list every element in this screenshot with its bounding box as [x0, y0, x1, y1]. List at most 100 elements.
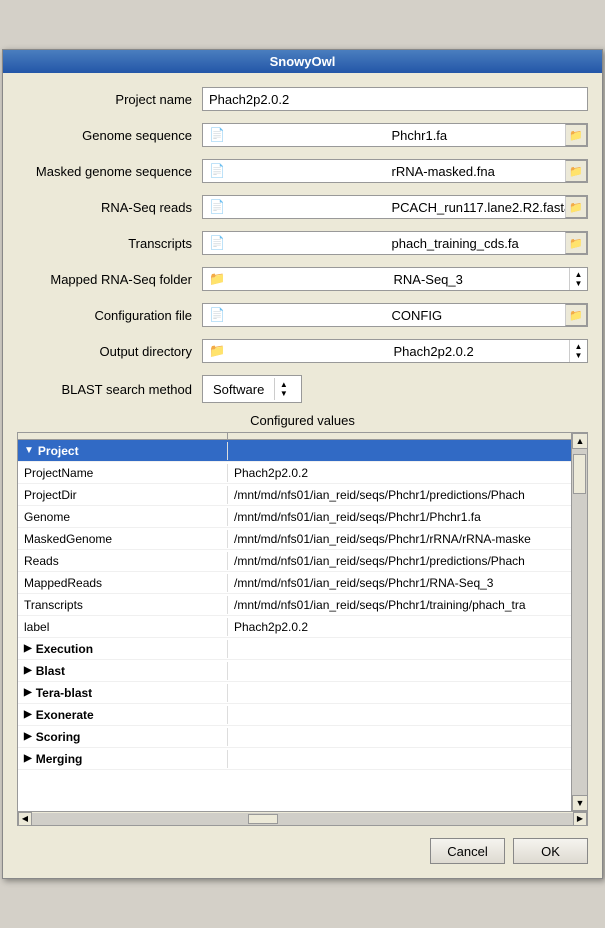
row-reads[interactable]: Reads /mnt/md/nfs01/ian_reid/seqs/Phchr1… [18, 550, 571, 572]
genome-sequence-input-container: 📄 Phchr1.fa 📁 [202, 123, 588, 147]
genome-sequence-browse-btn[interactable]: 📁 [565, 124, 587, 146]
expand-icon-blast[interactable]: ▶ [24, 665, 32, 676]
hscrollbar-right-btn[interactable]: ▶ [573, 812, 587, 826]
row-projectdir[interactable]: ProjectDir /mnt/md/nfs01/ian_reid/seqs/P… [18, 484, 571, 506]
section-project-col2 [228, 449, 571, 453]
row-maskedgenome-value: /mnt/md/nfs01/ian_reid/seqs/Phchr1/rRNA/… [228, 530, 571, 548]
row-projectname[interactable]: ProjectName Phach2p2.0.2 [18, 462, 571, 484]
mapped-folder-dropdown[interactable]: 📁 RNA-Seq_3 [202, 267, 588, 291]
project-name-label: Project name [17, 92, 202, 107]
section-tera-blast-col1: ▶ Tera-blast [18, 684, 228, 702]
blast-method-select[interactable]: Software [202, 375, 302, 403]
row-transcripts-key: Transcripts [18, 596, 228, 614]
collapse-icon[interactable]: ▼ [24, 445, 34, 456]
output-dir-field: 📁 Phach2p2.0.2 [202, 339, 588, 363]
masked-genome-browse-btn[interactable]: 📁 [565, 160, 587, 182]
expand-icon-exonerate[interactable]: ▶ [24, 709, 32, 720]
file-icon4: 📄 [203, 233, 383, 253]
config-file-browse-btn[interactable]: 📁 [565, 304, 587, 326]
vertical-scrollbar[interactable]: ▲ ▼ [571, 433, 587, 811]
row-genome-key: Genome [18, 508, 228, 526]
transcripts-browse-btn[interactable]: 📁 [565, 232, 587, 254]
rnaseq-reads-label: RNA-Seq reads [17, 200, 202, 215]
section-scoring[interactable]: ▶ Scoring [18, 726, 571, 748]
mapped-folder-dropdown-arrow[interactable] [569, 268, 587, 290]
hscrollbar-left-btn[interactable]: ◀ [18, 812, 32, 826]
row-reads-key: Reads [18, 552, 228, 570]
row-mappedreads-value: /mnt/md/nfs01/ian_reid/seqs/Phchr1/RNA-S… [228, 574, 571, 592]
blast-method-value: Software [203, 380, 274, 399]
row-genome[interactable]: Genome /mnt/md/nfs01/ian_reid/seqs/Phchr… [18, 506, 571, 528]
mapped-folder-value: RNA-Seq_3 [388, 270, 570, 289]
row-mappedreads[interactable]: MappedReads /mnt/md/nfs01/ian_reid/seqs/… [18, 572, 571, 594]
tree-col-key [18, 433, 228, 439]
section-exonerate[interactable]: ▶ Exonerate [18, 704, 571, 726]
section-blast-col1: ▶ Blast [18, 662, 228, 680]
expand-icon-merging[interactable]: ▶ [24, 753, 32, 764]
masked-genome-field: 📄 rRNA-masked.fna 📁 [202, 159, 588, 183]
transcripts-label: Transcripts [17, 236, 202, 251]
blast-method-dropdown-arrow[interactable] [274, 378, 292, 400]
ok-button[interactable]: OK [513, 838, 588, 864]
cancel-button[interactable]: Cancel [430, 838, 505, 864]
row-label[interactable]: label Phach2p2.0.2 [18, 616, 571, 638]
transcripts-value: phach_training_cds.fa [386, 234, 566, 253]
section-execution-label: Execution [36, 642, 93, 656]
rnaseq-reads-browse-btn[interactable]: 📁 [565, 196, 587, 218]
scrollbar-up-btn[interactable]: ▲ [572, 433, 588, 449]
main-window: SnowyOwl Project name Phach2p2.0.2 Genom… [2, 49, 603, 879]
section-tera-blast[interactable]: ▶ Tera-blast [18, 682, 571, 704]
rnaseq-reads-field: 📄 PCACH_run117.lane2.R2.fasta 📁 [202, 195, 588, 219]
section-merging-label: Merging [36, 752, 83, 766]
section-execution[interactable]: ▶ Execution [18, 638, 571, 660]
expand-icon-execution[interactable]: ▶ [24, 643, 32, 654]
section-execution-col1: ▶ Execution [18, 640, 228, 658]
section-scoring-col1: ▶ Scoring [18, 728, 228, 746]
tree-col-value [228, 433, 571, 439]
output-dir-dropdown-arrow[interactable] [569, 340, 587, 362]
hscrollbar-thumb[interactable] [248, 814, 278, 824]
project-name-field: Phach2p2.0.2 [202, 87, 588, 111]
section-blast[interactable]: ▶ Blast [18, 660, 571, 682]
row-projectname-value: Phach2p2.0.2 [228, 464, 571, 482]
row-reads-value: /mnt/md/nfs01/ian_reid/seqs/Phchr1/predi… [228, 552, 571, 570]
main-content: Project name Phach2p2.0.2 Genome sequenc… [3, 73, 602, 878]
output-dir-dropdown[interactable]: 📁 Phach2p2.0.2 [202, 339, 588, 363]
rnaseq-reads-row: RNA-Seq reads 📄 PCACH_run117.lane2.R2.fa… [17, 193, 588, 221]
window-title: SnowyOwl [270, 54, 336, 69]
project-name-row: Project name Phach2p2.0.2 [17, 85, 588, 113]
hscrollbar-track [32, 813, 573, 825]
row-transcripts-value: /mnt/md/nfs01/ian_reid/seqs/Phchr1/train… [228, 596, 571, 614]
output-dir-label: Output directory [17, 344, 202, 359]
button-row: Cancel OK [17, 834, 588, 870]
output-dir-value: Phach2p2.0.2 [388, 342, 570, 361]
row-transcripts[interactable]: Transcripts /mnt/md/nfs01/ian_reid/seqs/… [18, 594, 571, 616]
transcripts-input-container: 📄 phach_training_cds.fa 📁 [202, 231, 588, 255]
output-dir-row: Output directory 📁 Phach2p2.0.2 [17, 337, 588, 365]
horizontal-scrollbar[interactable]: ◀ ▶ [17, 812, 588, 826]
expand-icon-tera-blast[interactable]: ▶ [24, 687, 32, 698]
section-project[interactable]: ▼ Project [18, 440, 571, 462]
config-file-label: Configuration file [17, 308, 202, 323]
folder-icon2: 📁 [203, 341, 385, 361]
row-maskedgenome[interactable]: MaskedGenome /mnt/md/nfs01/ian_reid/seqs… [18, 528, 571, 550]
project-name-value: Phach2p2.0.2 [203, 90, 587, 109]
section-project-label: Project [38, 444, 79, 458]
rnaseq-reads-input-container: 📄 PCACH_run117.lane2.R2.fasta 📁 [202, 195, 588, 219]
section-blast-label: Blast [36, 664, 65, 678]
section-scoring-col2 [228, 735, 571, 739]
expand-icon-scoring[interactable]: ▶ [24, 731, 32, 742]
scrollbar-track [572, 449, 587, 795]
mapped-folder-field: 📁 RNA-Seq_3 [202, 267, 588, 291]
section-execution-col2 [228, 647, 571, 651]
rnaseq-reads-value: PCACH_run117.lane2.R2.fasta [386, 198, 566, 217]
row-mappedreads-key: MappedReads [18, 574, 228, 592]
file-icon2: 📄 [203, 161, 383, 181]
file-icon3: 📄 [203, 197, 383, 217]
genome-sequence-label: Genome sequence [17, 128, 202, 143]
scrollbar-down-btn[interactable]: ▼ [572, 795, 588, 811]
scrollbar-thumb[interactable] [573, 454, 586, 494]
tree-container: ▼ Project ProjectName Phach2p2.0.2 Proje… [17, 432, 588, 812]
section-merging[interactable]: ▶ Merging [18, 748, 571, 770]
transcripts-row: Transcripts 📄 phach_training_cds.fa 📁 [17, 229, 588, 257]
